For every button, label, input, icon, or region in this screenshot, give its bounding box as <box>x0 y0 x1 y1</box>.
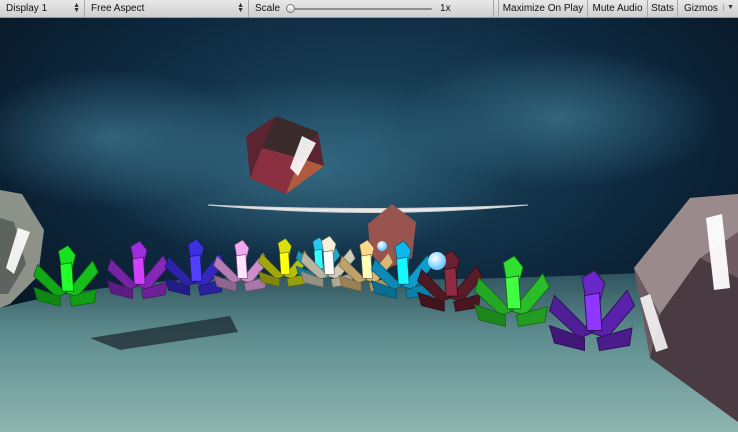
game-window: Display 1 ▲ ▼ Free Aspect ▲ ▼ Scale 1x Max… <box>0 0 738 432</box>
game-scene <box>0 18 738 432</box>
crystal-shard <box>504 275 522 310</box>
stats-button[interactable]: Stats <box>648 0 678 17</box>
aspect-dropdown[interactable]: Free Aspect ▲ ▼ <box>85 0 249 17</box>
scale-slider[interactable] <box>286 3 433 14</box>
aspect-label: Free Aspect <box>91 3 145 14</box>
up-down-arrow-icon: ▲ ▼ <box>73 2 80 14</box>
display-dropdown[interactable]: Display 1 ▲ ▼ <box>0 0 85 17</box>
bubble <box>428 252 446 270</box>
nebula-cloud <box>400 48 720 188</box>
scale-label: Scale <box>255 3 281 14</box>
crystal-shard <box>443 267 459 297</box>
slider-thumb[interactable] <box>286 3 296 13</box>
maximize-on-play-label: Maximize On Play <box>502 3 584 14</box>
crystal-shard <box>360 254 373 279</box>
gizmos-button[interactable]: Gizmos ▼ <box>678 0 738 17</box>
crystal-shard <box>235 254 248 279</box>
mute-audio-label: Mute Audio <box>592 3 643 14</box>
stats-label: Stats <box>651 3 674 14</box>
up-down-arrow-icon: ▲ ▼ <box>237 2 244 14</box>
gizmos-label: Gizmos <box>684 3 718 14</box>
mute-audio-button[interactable]: Mute Audio <box>588 0 648 17</box>
crystal-shard <box>59 262 75 292</box>
display-label: Display 1 <box>6 3 48 14</box>
crystal-shard <box>396 256 410 285</box>
game-view-viewport[interactable] <box>0 18 738 432</box>
crystal-shard <box>279 251 291 275</box>
scale-control: Scale 1x <box>249 0 494 17</box>
crystal-shard <box>189 254 203 282</box>
maximize-on-play-button[interactable]: Maximize On Play <box>499 0 588 17</box>
crystal-shard <box>322 250 335 275</box>
game-view-toolbar: Display 1 ▲ ▼ Free Aspect ▲ ▼ Scale 1x Max… <box>0 0 738 18</box>
crystal-shard <box>132 256 146 285</box>
slider-track <box>286 7 433 10</box>
triangle-down-icon[interactable]: ▼ <box>723 4 734 11</box>
crystal-shard <box>583 292 603 331</box>
scale-value: 1x <box>440 3 451 14</box>
bubble <box>377 241 387 251</box>
